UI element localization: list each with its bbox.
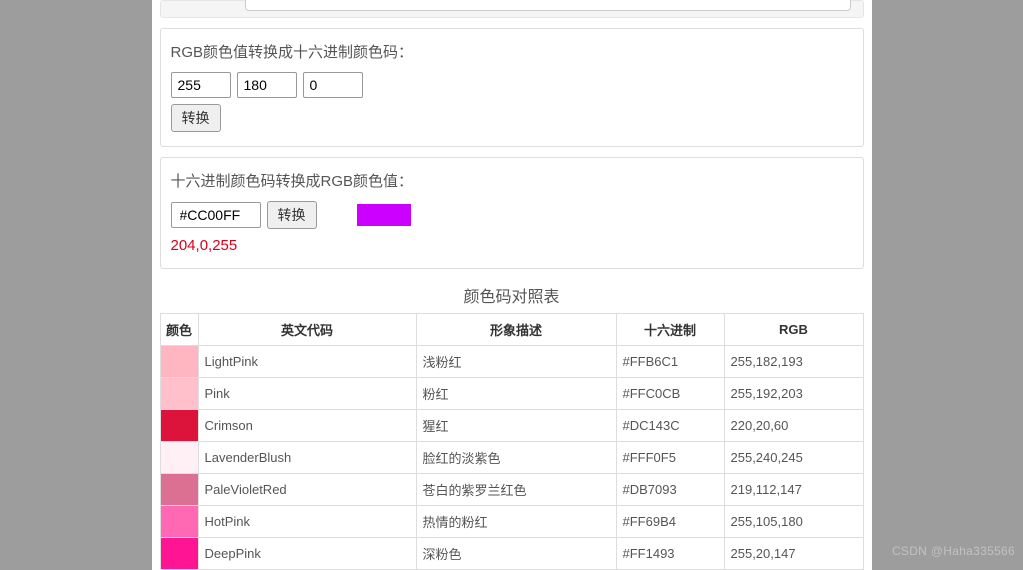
en-code-cell: DeepPink: [198, 538, 416, 570]
hex-cell: #FF1493: [616, 538, 724, 570]
top-placeholder-panel: [160, 0, 864, 18]
color-cell: [160, 506, 198, 538]
en-code-cell: Crimson: [198, 410, 416, 442]
hex-convert-button[interactable]: 转换: [267, 201, 317, 229]
hex-input-row: 转换: [171, 201, 853, 229]
color-swatch: [161, 442, 198, 473]
desc-cell: 粉红: [416, 378, 616, 410]
page-container: RGB颜色值转换成十六进制颜色码： 转换 十六进制颜色码转换成RGB颜色值： 转…: [152, 0, 872, 570]
th-desc: 形象描述: [416, 314, 616, 346]
rgb-to-hex-title: RGB颜色值转换成十六进制颜色码：: [171, 41, 853, 62]
table-row: LavenderBlush脸红的淡紫色#FFF0F5255,240,245: [160, 442, 863, 474]
en-code-cell: LightPink: [198, 346, 416, 378]
watermark: CSDN @Haha335566: [892, 544, 1015, 558]
table-body: LightPink浅粉红#FFB6C1255,182,193Pink粉红#FFC…: [160, 346, 863, 570]
color-swatch: [161, 474, 198, 505]
hex-result: 204,0,255: [171, 237, 853, 254]
color-cell: [160, 378, 198, 410]
color-table: 颜色 英文代码 形象描述 十六进制 RGB LightPink浅粉红#FFB6C…: [160, 313, 864, 570]
rgb-r-input[interactable]: [171, 72, 231, 98]
en-code-cell: PaleVioletRed: [198, 474, 416, 506]
hex-cell: #DC143C: [616, 410, 724, 442]
table-row: HotPink热情的粉红#FF69B4255,105,180: [160, 506, 863, 538]
table-row: LightPink浅粉红#FFB6C1255,182,193: [160, 346, 863, 378]
rgb-convert-button[interactable]: 转换: [171, 104, 221, 132]
rgb-input-row: [171, 72, 853, 98]
th-en: 英文代码: [198, 314, 416, 346]
rgb-b-input[interactable]: [303, 72, 363, 98]
color-cell: [160, 474, 198, 506]
color-swatch: [161, 378, 198, 409]
color-table-title: 颜色码对照表: [152, 283, 872, 307]
rgb-cell: 220,20,60: [724, 410, 863, 442]
color-swatch: [161, 506, 198, 537]
rgb-cell: 255,240,245: [724, 442, 863, 474]
rgb-to-hex-panel: RGB颜色值转换成十六进制颜色码： 转换: [160, 28, 864, 147]
top-placeholder-inner: [245, 0, 851, 11]
color-swatch: [161, 538, 198, 569]
hex-cell: #FFC0CB: [616, 378, 724, 410]
rgb-convert-row: 转换: [171, 104, 853, 132]
desc-cell: 浅粉红: [416, 346, 616, 378]
en-code-cell: Pink: [198, 378, 416, 410]
table-row: Pink粉红#FFC0CB255,192,203: [160, 378, 863, 410]
desc-cell: 脸红的淡紫色: [416, 442, 616, 474]
hex-cell: #FF69B4: [616, 506, 724, 538]
hex-swatch: [357, 204, 411, 226]
table-header-row: 颜色 英文代码 形象描述 十六进制 RGB: [160, 314, 863, 346]
color-cell: [160, 538, 198, 570]
color-cell: [160, 346, 198, 378]
desc-cell: 深粉色: [416, 538, 616, 570]
desc-cell: 热情的粉红: [416, 506, 616, 538]
hex-cell: #FFF0F5: [616, 442, 724, 474]
hex-to-rgb-title: 十六进制颜色码转换成RGB颜色值：: [171, 170, 853, 191]
rgb-cell: 255,105,180: [724, 506, 863, 538]
th-rgb: RGB: [724, 314, 863, 346]
rgb-g-input[interactable]: [237, 72, 297, 98]
table-row: Crimson猩红#DC143C220,20,60: [160, 410, 863, 442]
color-cell: [160, 410, 198, 442]
en-code-cell: HotPink: [198, 506, 416, 538]
hex-input[interactable]: [171, 202, 261, 228]
en-code-cell: LavenderBlush: [198, 442, 416, 474]
color-swatch: [161, 410, 198, 441]
rgb-cell: 255,182,193: [724, 346, 863, 378]
desc-cell: 猩红: [416, 410, 616, 442]
th-hex: 十六进制: [616, 314, 724, 346]
rgb-cell: 255,192,203: [724, 378, 863, 410]
color-cell: [160, 442, 198, 474]
hex-cell: #FFB6C1: [616, 346, 724, 378]
color-swatch: [161, 346, 198, 377]
table-row: PaleVioletRed苍白的紫罗兰红色#DB7093219,112,147: [160, 474, 863, 506]
rgb-cell: 219,112,147: [724, 474, 863, 506]
hex-to-rgb-panel: 十六进制颜色码转换成RGB颜色值： 转换 204,0,255: [160, 157, 864, 269]
rgb-cell: 255,20,147: [724, 538, 863, 570]
hex-cell: #DB7093: [616, 474, 724, 506]
th-color: 颜色: [160, 314, 198, 346]
table-row: DeepPink深粉色#FF1493255,20,147: [160, 538, 863, 570]
desc-cell: 苍白的紫罗兰红色: [416, 474, 616, 506]
